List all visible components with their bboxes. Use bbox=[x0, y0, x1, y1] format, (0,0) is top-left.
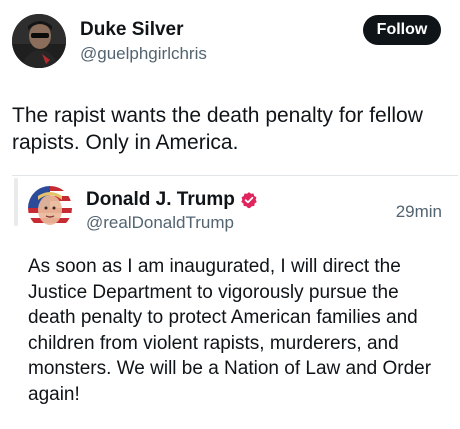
quote-divider bbox=[14, 178, 18, 226]
quoted-post-timestamp[interactable]: 29min bbox=[396, 201, 442, 223]
follow-button[interactable]: Follow bbox=[363, 15, 441, 45]
author-handle[interactable]: @guelphgirlchris bbox=[80, 43, 207, 65]
quoted-author-name-row: Donald J. Trump bbox=[86, 188, 258, 212]
author-avatar[interactable] bbox=[12, 14, 66, 68]
post-card: Duke Silver @guelphgirlchris Follow The … bbox=[0, 0, 460, 429]
quoted-author-avatar-image bbox=[28, 186, 72, 230]
post-header: Duke Silver @guelphgirlchris Follow bbox=[0, 0, 460, 80]
quoted-author-display-name[interactable]: Donald J. Trump bbox=[86, 188, 235, 212]
author-display-name[interactable]: Duke Silver bbox=[80, 18, 184, 42]
verified-badge-icon bbox=[240, 191, 258, 209]
quoted-post-text: As soon as I am inaugurated, I will dire… bbox=[28, 256, 432, 405]
quoted-author-avatar[interactable] bbox=[28, 186, 72, 230]
post-text: The rapist wants the death penalty for f… bbox=[12, 104, 423, 154]
author-avatar-image bbox=[12, 14, 66, 68]
quoted-author-handle[interactable]: @realDonaldTrump bbox=[86, 212, 234, 234]
